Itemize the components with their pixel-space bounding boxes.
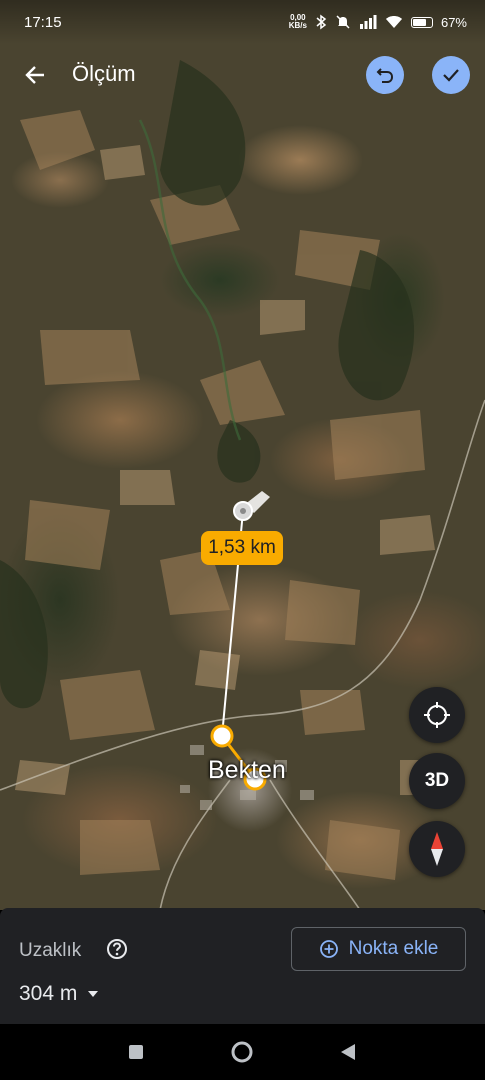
arrow-back-icon — [25, 66, 44, 84]
undo-button[interactable] — [366, 56, 404, 94]
measure-point-start[interactable] — [210, 724, 234, 748]
signal-icon — [359, 15, 377, 29]
toggle-3d-button[interactable]: 3D — [409, 753, 465, 809]
undo-icon — [376, 68, 394, 83]
battery-level: 67% — [440, 14, 467, 30]
add-point-button[interactable]: Nokta ekle — [291, 927, 466, 971]
check-icon — [443, 69, 459, 82]
compass-icon — [431, 832, 443, 866]
battery-icon — [410, 16, 433, 28]
status-bar: 17:15 0,00 KB/s 67% — [0, 0, 485, 44]
crosshair-location-icon — [424, 702, 450, 728]
done-button[interactable] — [432, 56, 470, 94]
recents-button[interactable] — [122, 1038, 150, 1066]
page-title: Ölçüm — [72, 61, 136, 86]
triangle-back-icon — [341, 1044, 355, 1060]
compass-button[interactable] — [409, 821, 465, 877]
add-circle-icon — [319, 940, 338, 958]
home-circle-icon — [231, 1041, 253, 1063]
crosshair-marker[interactable] — [233, 491, 270, 521]
status-icons: 0,00 KB/s 67% — [289, 14, 467, 30]
measure-toolbar: Ölçüm — [0, 52, 485, 98]
dropdown-arrow-icon — [88, 991, 99, 997]
bluetooth-icon — [316, 14, 327, 30]
system-nav-bar — [0, 1024, 485, 1080]
help-icon — [107, 939, 127, 959]
wifi-icon — [385, 16, 402, 28]
back-button[interactable] — [18, 58, 52, 92]
place-label: Bekten — [208, 756, 286, 784]
net-speed-unit: KB/s — [288, 21, 307, 30]
my-location-button[interactable] — [409, 687, 465, 743]
mute-icon — [336, 15, 350, 29]
help-button[interactable] — [106, 938, 128, 960]
unit-dropdown[interactable]: 304 m — [19, 982, 99, 1006]
home-button[interactable] — [228, 1038, 256, 1066]
distance-value: 304 m — [19, 982, 78, 1005]
distance-label: 1,53 km — [201, 531, 283, 565]
net-speed: 0,00 KB/s — [289, 14, 307, 30]
measure-panel: Uzaklık 304 m Nokta ekle — [0, 908, 485, 1024]
square-icon — [129, 1045, 143, 1059]
distance-title: Uzaklık — [19, 940, 82, 961]
add-point-label: Nokta ekle — [348, 938, 439, 959]
status-time: 17:15 — [24, 13, 62, 31]
back-nav-button[interactable] — [334, 1038, 362, 1066]
